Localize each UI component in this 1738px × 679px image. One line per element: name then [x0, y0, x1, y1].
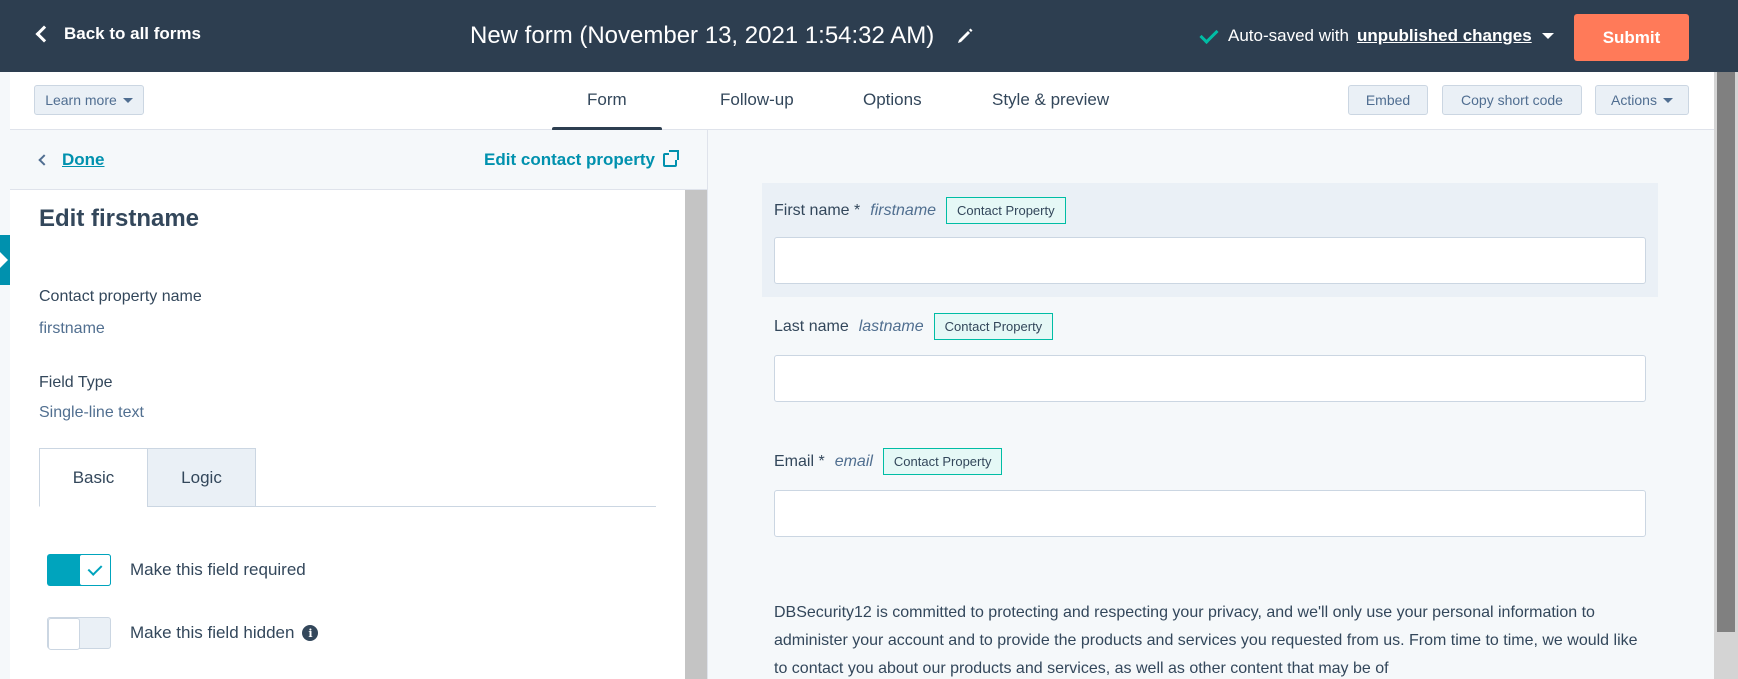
- submit-button[interactable]: Submit: [1574, 14, 1689, 61]
- collapse-handle[interactable]: [0, 235, 10, 285]
- tab-logic[interactable]: Logic: [147, 448, 256, 507]
- lastname-input[interactable]: [774, 355, 1646, 402]
- field-internal-name: firstname: [870, 201, 937, 219]
- property-name-label: Contact property name: [39, 288, 202, 305]
- contact-property-badge: Contact Property: [946, 197, 1066, 224]
- learn-more-button[interactable]: Learn more: [34, 85, 144, 115]
- scrollbar-thumb[interactable]: [1717, 72, 1735, 632]
- editor-header: Done Edit contact property: [10, 130, 707, 190]
- check-icon: [87, 561, 103, 576]
- page-scrollbar[interactable]: [1714, 72, 1738, 679]
- info-icon[interactable]: i: [302, 625, 319, 641]
- contact-property-badge: Contact Property: [882, 448, 1003, 475]
- form-field-firstname[interactable]: First name * firstname Contact Property: [762, 183, 1658, 297]
- tab-style-preview[interactable]: Style & preview: [992, 90, 1109, 110]
- property-name-value: firstname: [39, 320, 105, 337]
- tab-follow-up[interactable]: Follow-up: [720, 90, 794, 110]
- top-bar: Back to all forms New form (November 13,…: [0, 0, 1738, 72]
- form-field-lastname[interactable]: Last name lastname Contact Property: [762, 313, 1658, 423]
- privacy-notice: DBSecurity12 is committed to protecting …: [774, 604, 1638, 677]
- field-type-label: Field Type: [39, 374, 113, 391]
- actions-label: Actions: [1611, 92, 1657, 108]
- form-field-email[interactable]: Email * email Contact Property: [762, 448, 1658, 558]
- unpublished-changes-link[interactable]: unpublished changes: [1357, 26, 1532, 46]
- tab-form[interactable]: Form: [552, 90, 662, 131]
- panel-scrollbar[interactable]: [685, 190, 707, 679]
- copy-short-code-button[interactable]: Copy short code: [1442, 85, 1582, 115]
- editor-subtabs: Basic Logic: [39, 448, 656, 507]
- learn-more-label: Learn more: [45, 92, 117, 108]
- firstname-input[interactable]: [774, 237, 1646, 284]
- done-label: Done: [62, 150, 105, 169]
- required-toggle[interactable]: [47, 554, 111, 586]
- check-icon: [1199, 24, 1219, 44]
- field-internal-name: email: [834, 452, 873, 470]
- caret-down-icon: [1541, 33, 1554, 39]
- form-title[interactable]: New form (November 13, 2021 1:54:32 AM): [470, 22, 974, 50]
- autosave-status[interactable]: Auto-saved with unpublished changes: [1199, 24, 1554, 46]
- embed-button[interactable]: Embed: [1348, 85, 1428, 115]
- tab-basic[interactable]: Basic: [39, 448, 148, 507]
- autosave-prefix: Auto-saved with: [1228, 26, 1349, 45]
- actions-button[interactable]: Actions: [1595, 85, 1689, 115]
- hidden-text: Make this field hidden: [130, 623, 295, 642]
- contact-property-badge: Contact Property: [933, 313, 1054, 340]
- toggle-knob: [48, 618, 80, 650]
- toggle-knob: [79, 554, 111, 586]
- field-internal-name: lastname: [858, 317, 924, 335]
- pencil-icon[interactable]: [956, 27, 974, 45]
- chevron-left-icon: [35, 25, 53, 43]
- hidden-toggle[interactable]: [47, 617, 111, 650]
- field-label: Last name lastname Contact Property: [774, 313, 1054, 340]
- chevron-left-icon: [38, 154, 50, 166]
- required-label: Make this field required: [130, 560, 306, 580]
- field-label-text: First name *: [774, 201, 861, 219]
- external-link-icon: [663, 150, 679, 167]
- back-to-forms-link[interactable]: Back to all forms: [35, 24, 201, 44]
- done-link[interactable]: Done: [38, 150, 105, 170]
- tab-options[interactable]: Options: [863, 90, 922, 110]
- email-input[interactable]: [774, 490, 1646, 537]
- field-editor-panel: Done Edit contact property Edit firstnam…: [10, 130, 708, 679]
- form-title-text: New form (November 13, 2021 1:54:32 AM): [470, 22, 935, 49]
- back-label: Back to all forms: [64, 24, 201, 43]
- caret-down-icon: [1662, 97, 1673, 103]
- required-text: Make this field required: [130, 560, 306, 579]
- editor-title: Edit firstname: [39, 205, 200, 232]
- form-nav: Learn more Form Follow-up Options Style …: [10, 72, 1714, 131]
- field-label-text: Email *: [774, 452, 825, 470]
- edit-contact-property-link[interactable]: Edit contact property: [484, 150, 679, 170]
- caret-down-icon: [122, 97, 133, 103]
- field-label: First name * firstname Contact Property: [774, 197, 1066, 224]
- hidden-label: Make this field hidden i: [130, 623, 319, 643]
- field-type-value: Single-line text: [39, 404, 144, 421]
- field-label-text: Last name: [774, 317, 849, 335]
- edit-property-label: Edit contact property: [484, 150, 655, 169]
- field-label: Email * email Contact Property: [774, 448, 1003, 475]
- form-preview: First name * firstname Contact Property …: [710, 130, 1714, 679]
